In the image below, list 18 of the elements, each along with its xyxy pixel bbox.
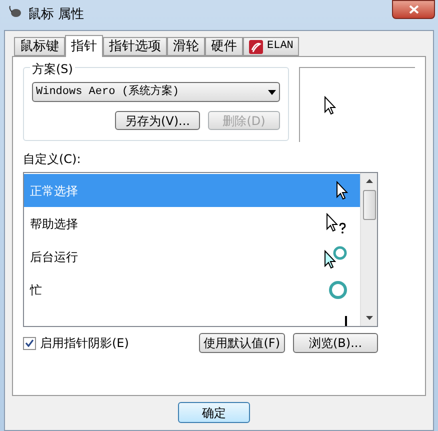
tab[interactable]: 指针选项 [103, 37, 167, 56]
list-button[interactable]: 浏览(B)... [293, 333, 378, 353]
cursor-list-item[interactable]: 帮助选择 [24, 207, 360, 240]
tab[interactable]: 指针 [65, 35, 103, 57]
tab[interactable]: 滑轮 [167, 37, 205, 56]
cursor-list-item[interactable]: 忙 [24, 273, 360, 306]
scheme-dropdown[interactable]: Windows Aero (系统方案) [32, 82, 280, 102]
cursor-list-item[interactable]: 后台运行 [24, 240, 360, 273]
ok-button[interactable]: 确定 [178, 402, 250, 423]
scheme-button[interactable]: 另存为(V)... [115, 111, 200, 130]
list-button[interactable]: 使用默认值(F) [198, 333, 285, 353]
tab[interactable]: 硬件 [205, 37, 243, 56]
group-label: 方案(S) [30, 60, 75, 78]
tab[interactable]: ELAN [243, 37, 300, 56]
checkbox-label: 启用指针阴影(E) [40, 335, 129, 352]
list-label: 自定义(C): [23, 151, 82, 168]
tab[interactable]: 鼠标键 [14, 37, 65, 56]
window-title: 鼠标 属性 [28, 6, 84, 24]
